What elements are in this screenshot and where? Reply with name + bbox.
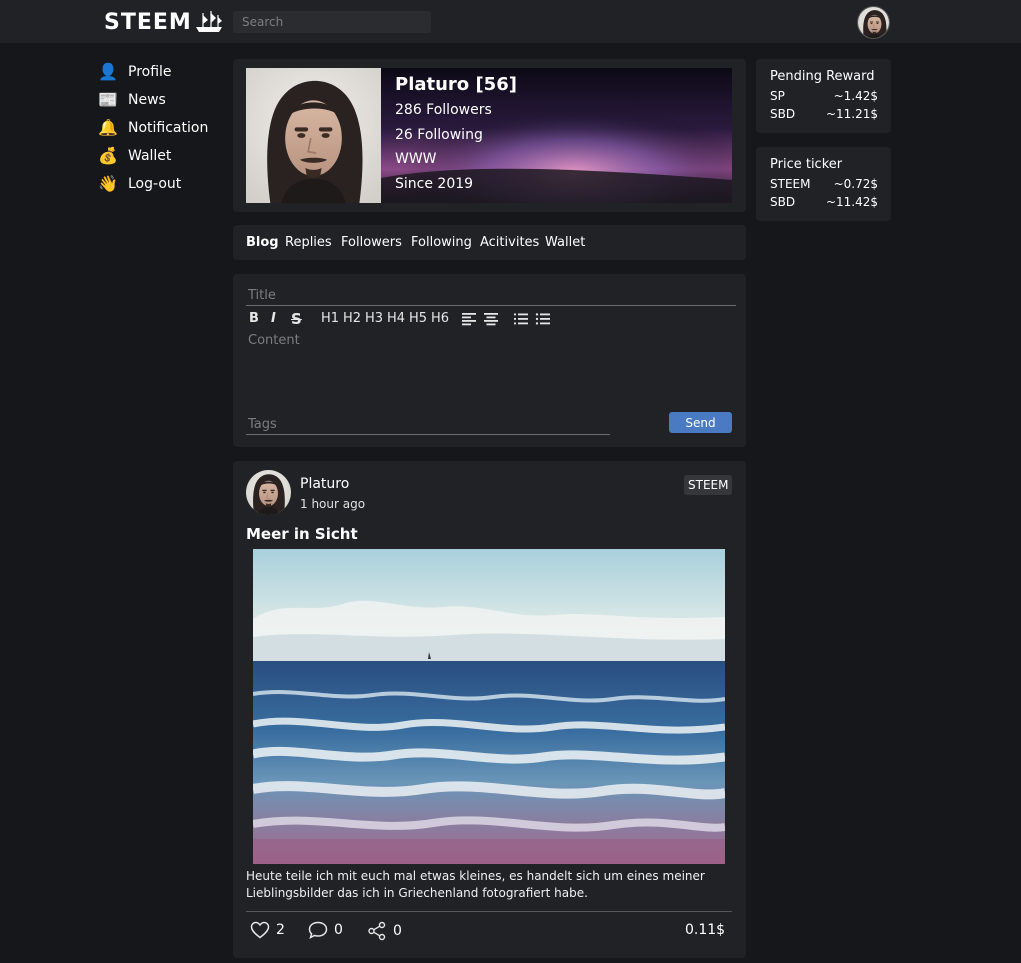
tab-blog[interactable]: Blog xyxy=(246,235,279,250)
post-body-text: Heute teile ich mit euch mal etwas klein… xyxy=(246,869,705,900)
row-label: SBD xyxy=(770,195,796,209)
sidebar-item-profile[interactable]: 👤 Profile xyxy=(98,58,208,86)
profile-banner: Platuro [56] 286 Followers 26 Following … xyxy=(246,68,732,203)
bold-button[interactable]: B xyxy=(249,310,259,328)
sidebar-item-label: Wallet xyxy=(128,148,172,164)
post-divider xyxy=(246,911,732,912)
row-label: SP xyxy=(770,89,785,103)
top-navigation-bar: STEEM xyxy=(0,0,1021,43)
post-image-sea[interactable] xyxy=(253,549,725,864)
row-value: ~11.21$ xyxy=(825,107,878,121)
share-icon xyxy=(368,921,386,941)
ticker-row-sbd: SBD ~11.42$ xyxy=(770,195,878,209)
row-label: STEEM xyxy=(770,177,811,191)
post-timestamp: 1 hour ago xyxy=(300,497,366,511)
like-button[interactable]: 2 xyxy=(250,921,285,939)
send-button[interactable]: Send xyxy=(669,412,732,433)
profile-name: Platuro [56] xyxy=(395,74,517,95)
post-editor: B I S H1 H2 H3 H4 H5 H6 Send xyxy=(233,274,746,447)
sidebar-item-label: Notification xyxy=(128,120,209,136)
tab-followers[interactable]: Followers xyxy=(341,235,402,250)
sidebar-item-label: Profile xyxy=(128,64,172,80)
align-center-icon[interactable] xyxy=(483,310,499,328)
row-label: SBD xyxy=(770,107,796,121)
person-icon: 👤 xyxy=(98,62,118,81)
comment-icon xyxy=(308,921,328,939)
post-author-name[interactable]: Platuro xyxy=(300,476,349,492)
money-bag-icon: 💰 xyxy=(98,146,118,165)
share-button[interactable]: 0 xyxy=(367,921,402,941)
pending-reward-widget: Pending Reward SP ~1.42$ SBD ~11.21$ xyxy=(756,59,891,133)
post-tag-badge[interactable]: STEEM xyxy=(684,475,733,495)
sidebar-item-wallet[interactable]: 💰 Wallet xyxy=(98,142,208,170)
profile-card: Platuro [56] 286 Followers 26 Following … xyxy=(233,59,746,212)
profile-photo xyxy=(246,68,381,203)
widget-title: Pending Reward xyxy=(770,69,875,84)
heading4-button[interactable]: H4 xyxy=(387,310,405,328)
tab-activities[interactable]: Acitivites xyxy=(480,235,539,250)
search-input[interactable] xyxy=(233,11,431,33)
post-title[interactable]: Meer in Sicht xyxy=(246,525,358,543)
waving-hand-icon: 👋 xyxy=(98,174,118,193)
reward-row-sbd: SBD ~11.21$ xyxy=(770,107,878,121)
sidebar-item-notification[interactable]: 🔔 Notification xyxy=(98,114,208,142)
sidebar-item-label: News xyxy=(128,92,166,108)
row-value: ~0.72$ xyxy=(833,177,878,191)
sidebar-item-logout[interactable]: 👋 Log-out xyxy=(98,170,208,198)
tags-input[interactable] xyxy=(246,415,610,435)
sidebar: 👤 Profile 📰 News 🔔 Notification 💰 Wallet… xyxy=(98,58,208,198)
row-value: ~1.42$ xyxy=(833,89,878,103)
sidebar-item-label: Log-out xyxy=(128,176,182,192)
title-input[interactable] xyxy=(246,286,736,306)
unordered-list-icon[interactable] xyxy=(535,310,551,328)
heading5-button[interactable]: H5 xyxy=(409,310,427,328)
reward-row-sp: SP ~1.42$ xyxy=(770,89,878,103)
like-count: 2 xyxy=(276,922,285,938)
tab-following[interactable]: Following xyxy=(411,235,472,250)
member-since: Since 2019 xyxy=(395,176,474,192)
tab-replies[interactable]: Replies xyxy=(285,235,332,250)
comment-count: 0 xyxy=(334,922,343,938)
user-avatar[interactable] xyxy=(857,6,890,39)
price-ticker-widget: Price ticker STEEM ~0.72$ SBD ~11.42$ xyxy=(756,147,891,221)
post-payout[interactable]: 0.11$ xyxy=(685,922,725,938)
ticker-row-steem: STEEM ~0.72$ xyxy=(770,177,878,191)
tab-wallet[interactable]: Wallet xyxy=(545,235,585,250)
align-left-icon[interactable] xyxy=(461,310,477,328)
ordered-list-icon[interactable] xyxy=(513,310,529,328)
following-count[interactable]: 26 Following xyxy=(395,127,483,143)
heading3-button[interactable]: H3 xyxy=(365,310,383,328)
sidebar-item-news[interactable]: 📰 News xyxy=(98,86,208,114)
ship-icon xyxy=(195,11,222,32)
website-link[interactable]: WWW xyxy=(395,151,437,167)
italic-button[interactable]: I xyxy=(271,310,276,328)
heading6-button[interactable]: H6 xyxy=(431,310,449,328)
profile-tabs: Blog Replies Followers Following Acitivi… xyxy=(233,225,746,260)
steem-logo[interactable]: STEEM xyxy=(104,8,224,36)
logo-text: STEEM xyxy=(104,9,192,35)
strikethrough-button[interactable]: S xyxy=(291,310,302,328)
bell-icon: 🔔 xyxy=(98,118,118,137)
followers-count[interactable]: 286 Followers xyxy=(395,102,492,118)
blog-post: Platuro 1 hour ago STEEM Meer in Sicht H… xyxy=(233,461,746,958)
comment-button[interactable]: 0 xyxy=(308,921,343,939)
content-textarea[interactable] xyxy=(246,333,736,397)
heading2-button[interactable]: H2 xyxy=(343,310,361,328)
heading1-button[interactable]: H1 xyxy=(321,310,339,328)
newspaper-icon: 📰 xyxy=(98,90,118,109)
row-value: ~11.42$ xyxy=(825,195,878,209)
post-author-avatar[interactable] xyxy=(246,470,291,515)
share-count: 0 xyxy=(393,923,402,939)
widget-title: Price ticker xyxy=(770,157,843,172)
heart-icon xyxy=(250,921,270,939)
